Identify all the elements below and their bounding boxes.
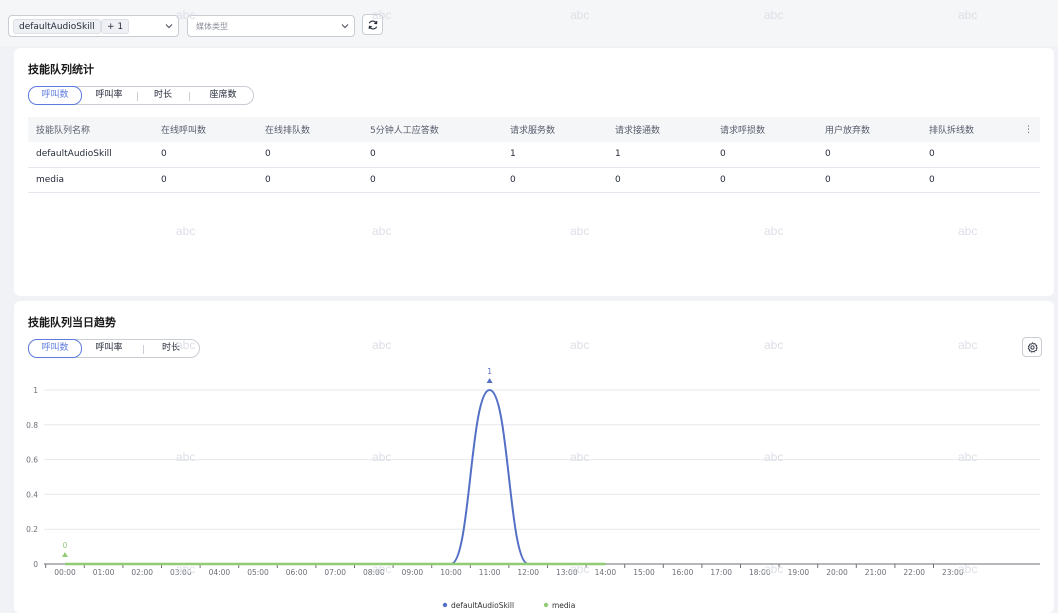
x-tick-label: 14:00 xyxy=(595,568,617,577)
x-tick-label: 19:00 xyxy=(788,568,810,577)
x-tick-label: 05:00 xyxy=(247,568,269,577)
x-tick-label: 08:00 xyxy=(363,568,385,577)
x-tick-label: 02:00 xyxy=(131,568,153,577)
legend-marker xyxy=(442,602,448,608)
y-tick-label: 0.8 xyxy=(26,421,38,430)
y-tick-label: 0.4 xyxy=(26,490,38,499)
legend-label: defaultAudioSkill xyxy=(451,601,514,610)
x-tick-label: 04:00 xyxy=(209,568,231,577)
data-marker xyxy=(62,552,68,557)
x-tick-label: 22:00 xyxy=(903,568,925,577)
trend-chart: 0 0.2 0.4 0.6 0.8 1 00:00 01:00 02:00 03:00 04:00 0… xyxy=(26,367,1040,610)
legend-marker xyxy=(543,602,549,608)
x-tick-label: 17:00 xyxy=(710,568,732,577)
y-tick-label: 0.2 xyxy=(26,525,38,534)
y-tick-label: 0.6 xyxy=(26,456,38,465)
x-tick-label: 03:00 xyxy=(170,568,192,577)
x-tick-label: 13:00 xyxy=(556,568,578,577)
x-tick-label: 06:00 xyxy=(286,568,308,577)
x-tick-label: 10:00 xyxy=(440,568,462,577)
x-tick-label: 01:00 xyxy=(93,568,115,577)
x-tick-label: 07:00 xyxy=(324,568,346,577)
y-tick-label: 0 xyxy=(33,560,38,569)
x-tick-label: 15:00 xyxy=(633,568,655,577)
x-tick-label: 00:00 xyxy=(54,568,76,577)
x-tick-label: 09:00 xyxy=(402,568,424,577)
x-tick-label: 21:00 xyxy=(865,568,887,577)
x-tick-label: 20:00 xyxy=(826,568,848,577)
y-tick-label: 1 xyxy=(33,386,38,395)
data-label: 0 xyxy=(63,541,68,550)
x-tick-label: 23:00 xyxy=(942,568,964,577)
data-label: 1 xyxy=(487,367,492,376)
x-tick-label: 16:00 xyxy=(672,568,694,577)
data-marker xyxy=(486,378,493,383)
x-tick-label: 11:00 xyxy=(479,568,501,577)
x-tick-label: 12:00 xyxy=(517,568,539,577)
legend-label: media xyxy=(552,601,575,610)
series-line-defaultAudioSkill xyxy=(64,388,606,565)
x-tick-label: 18:00 xyxy=(749,568,771,577)
